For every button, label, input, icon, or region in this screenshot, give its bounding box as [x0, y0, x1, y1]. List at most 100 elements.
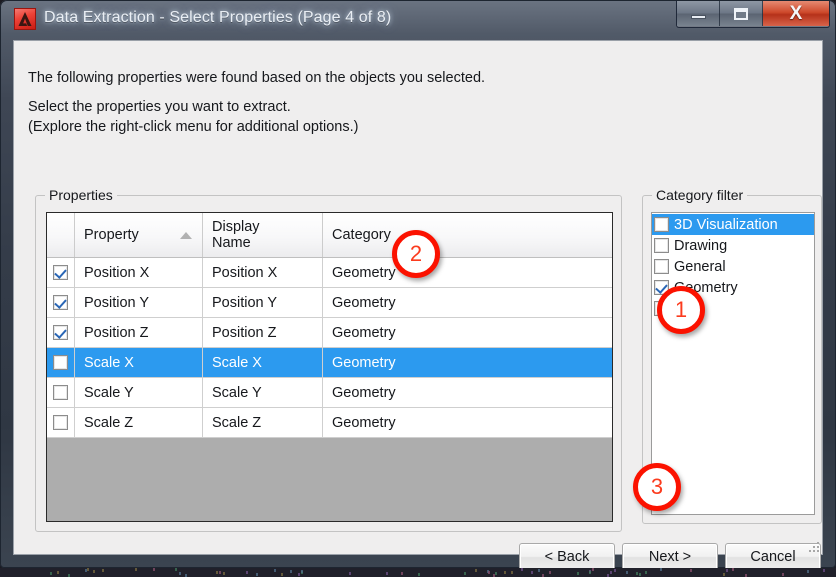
desktop-speckle: [256, 573, 258, 576]
row-checkbox-cell[interactable]: [47, 348, 75, 377]
intro-line-2: Select the properties you want to extrac…: [28, 99, 291, 115]
desktop-speckle: [521, 568, 523, 571]
desktop-speckle: [538, 569, 540, 572]
row-checkbox-cell[interactable]: [47, 288, 75, 317]
cell-display-name: Scale Y: [203, 378, 323, 407]
category-filter-item[interactable]: 3D Visualization: [652, 214, 814, 235]
dialog-window: Data Extraction - Select Properties (Pag…: [0, 0, 836, 568]
properties-group-label: Properties: [45, 187, 117, 203]
desktop-speckle: [614, 569, 616, 572]
desktop-speckle: [732, 568, 734, 571]
next-button[interactable]: Next >: [622, 543, 718, 571]
cell-category: Geometry: [323, 288, 611, 317]
desktop-background: [0, 568, 836, 577]
cell-category: Geometry: [323, 258, 611, 287]
annotation-circle-2: 2: [392, 230, 440, 278]
desktop-speckle: [87, 568, 89, 571]
checkbox-checked-icon[interactable]: [53, 325, 68, 340]
row-checkbox-cell[interactable]: [47, 258, 75, 287]
desktop-speckle: [723, 573, 725, 576]
properties-group: Properties Property Display Name: [35, 195, 622, 532]
desktop-speckle: [531, 571, 533, 574]
desktop-speckle: [660, 568, 662, 571]
category-filter-list[interactable]: 3D VisualizationDrawingGeneralGeometryMi…: [651, 212, 815, 515]
cell-property: Position Y: [75, 288, 203, 317]
category-filter-item[interactable]: General: [652, 256, 814, 277]
column-header-display-name[interactable]: Display Name: [203, 213, 323, 257]
sort-ascending-icon: [180, 232, 192, 239]
cell-category: Geometry: [323, 408, 611, 437]
desktop-speckle: [823, 569, 825, 572]
desktop-speckle: [401, 572, 403, 575]
back-button[interactable]: < Back: [519, 543, 615, 571]
desktop-speckle: [589, 571, 591, 574]
window-title: Data Extraction - Select Properties (Pag…: [44, 9, 391, 27]
row-checkbox-cell[interactable]: [47, 408, 75, 437]
checkbox-unchecked-icon[interactable]: [654, 259, 669, 274]
maximize-button[interactable]: [720, 1, 763, 26]
autocad-a-icon: [14, 8, 36, 30]
desktop-speckle: [726, 569, 728, 572]
cell-property: Scale X: [75, 348, 203, 377]
cell-category: Geometry: [323, 318, 611, 347]
desktop-speckle: [549, 571, 551, 574]
desktop-speckle: [645, 571, 647, 574]
desktop-speckle: [386, 572, 388, 575]
close-button[interactable]: X: [763, 1, 829, 26]
desktop-speckle: [418, 573, 420, 576]
table-row[interactable]: Scale XScale XGeometry: [47, 348, 612, 378]
desktop-speckle: [475, 569, 477, 572]
table-row[interactable]: Position ZPosition ZGeometry: [47, 318, 612, 348]
checkbox-checked-icon[interactable]: [53, 295, 68, 310]
desktop-speckle: [216, 571, 218, 574]
cell-property: Position Z: [75, 318, 203, 347]
desktop-speckle: [807, 570, 809, 573]
intro-line-1: The following properties were found base…: [28, 70, 485, 86]
cell-display-name: Scale X: [203, 348, 323, 377]
title-bar[interactable]: Data Extraction - Select Properties (Pag…: [0, 0, 836, 40]
table-row[interactable]: Position XPosition XGeometry: [47, 258, 612, 288]
row-checkbox-cell[interactable]: [47, 318, 75, 347]
checkbox-unchecked-icon[interactable]: [53, 355, 68, 370]
desktop-speckle: [511, 571, 513, 574]
desktop-speckle: [349, 572, 351, 575]
cell-property: Position X: [75, 258, 203, 287]
display-name-line1: Display: [212, 219, 260, 235]
desktop-speckle: [93, 570, 95, 573]
checkbox-unchecked-icon[interactable]: [53, 415, 68, 430]
desktop-speckle: [592, 568, 594, 571]
desktop-speckle: [690, 569, 692, 572]
window-controls: X: [676, 1, 830, 28]
table-row[interactable]: Scale ZScale ZGeometry: [47, 408, 612, 438]
minimize-button[interactable]: [677, 1, 720, 26]
category-filter-label: Category filter: [652, 187, 747, 203]
desktop-speckle: [464, 572, 466, 575]
cell-display-name: Position Z: [203, 318, 323, 347]
column-header-category[interactable]: Category: [323, 213, 611, 257]
row-checkbox-cell[interactable]: [47, 378, 75, 407]
column-header-checkbox: [47, 213, 75, 257]
checkbox-unchecked-icon[interactable]: [53, 385, 68, 400]
desktop-speckle: [219, 571, 221, 574]
desktop-speckle: [610, 571, 612, 574]
checkbox-checked-icon[interactable]: [53, 265, 68, 280]
maximize-icon: [734, 8, 748, 20]
properties-table[interactable]: Property Display Name Category Position …: [46, 212, 613, 522]
resize-grip[interactable]: [807, 540, 819, 552]
cell-display-name: Scale Z: [203, 408, 323, 437]
cell-property: Scale Z: [75, 408, 203, 437]
category-filter-item[interactable]: Drawing: [652, 235, 814, 256]
table-row[interactable]: Position YPosition YGeometry: [47, 288, 612, 318]
checkbox-unchecked-icon[interactable]: [654, 238, 669, 253]
desktop-speckle: [223, 572, 225, 575]
minimize-icon: [691, 15, 706, 19]
column-header-category-label: Category: [332, 227, 391, 243]
table-row[interactable]: Scale YScale YGeometry: [47, 378, 612, 408]
desktop-speckle: [488, 571, 490, 574]
column-header-property[interactable]: Property: [75, 213, 203, 257]
desktop-speckle: [57, 571, 59, 574]
desktop-speckle: [301, 570, 303, 573]
annotation-circle-1: 1: [657, 286, 705, 334]
column-header-property-label: Property: [84, 227, 139, 243]
checkbox-unchecked-icon[interactable]: [654, 217, 669, 232]
